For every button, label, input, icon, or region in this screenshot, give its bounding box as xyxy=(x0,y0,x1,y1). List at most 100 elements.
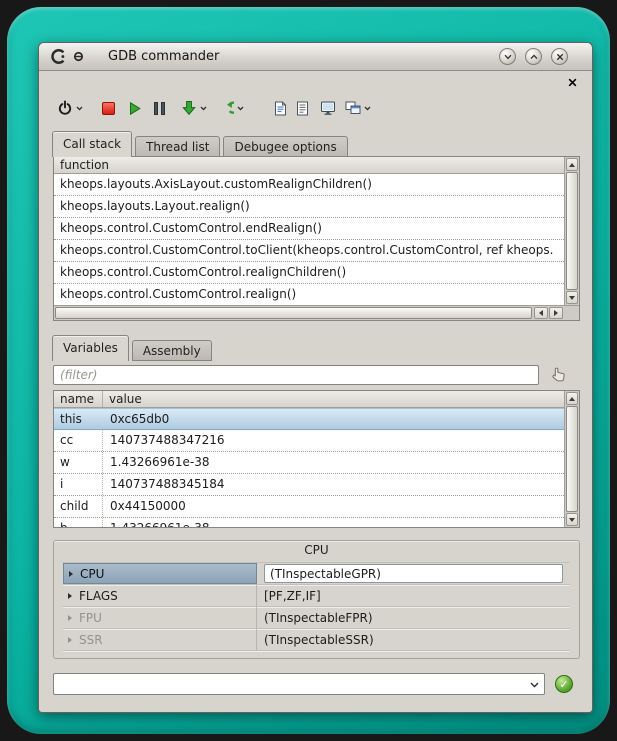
call-list-icon xyxy=(296,101,309,116)
cpu-groupbox: CPU CPU (TInspectableGPR) FLAGS [PF,ZF,I… xyxy=(53,540,580,659)
expander-icon[interactable] xyxy=(68,593,72,599)
show-list-button[interactable] xyxy=(296,96,309,120)
show-source-button[interactable] xyxy=(274,96,287,120)
column-name[interactable]: name xyxy=(54,391,103,407)
variable-value: 1.43266961e-38 xyxy=(103,518,564,527)
stop-button[interactable] xyxy=(102,96,115,120)
pause-button[interactable] xyxy=(154,96,165,120)
power-button[interactable] xyxy=(57,96,73,120)
send-command-button[interactable]: ✓ xyxy=(555,675,573,693)
power-dropdown[interactable] xyxy=(76,106,83,111)
scroll-down-button[interactable] xyxy=(566,513,578,526)
cpu-row[interactable]: SSR (TInspectableSSR) xyxy=(63,629,570,651)
callstack-row[interactable]: kheops.control.CustomControl.toClient(kh… xyxy=(54,240,564,262)
variables-vertical-scrollbar[interactable] xyxy=(564,391,579,527)
register-group-name: CPU xyxy=(80,567,104,581)
windows-icon xyxy=(345,101,361,115)
scrollbar-thumb[interactable] xyxy=(566,406,578,512)
cpu-row[interactable]: FPU (TInspectableFPR) xyxy=(63,607,570,629)
monitor-icon xyxy=(320,100,336,116)
show-monitor-button[interactable] xyxy=(320,96,336,120)
run-button[interactable] xyxy=(127,96,142,120)
teal-frame: GDB commander xyxy=(7,7,610,734)
scroll-left-button[interactable] xyxy=(534,307,548,319)
scroll-down-button[interactable] xyxy=(566,291,578,304)
run-icon xyxy=(127,101,142,116)
callstack-rows: kheops.layouts.AxisLayout.customRealignC… xyxy=(54,174,564,305)
step-into-button[interactable] xyxy=(181,96,197,120)
callstack-row[interactable]: kheops.control.CustomControl.endRealign(… xyxy=(54,218,564,240)
power-icon xyxy=(57,100,73,116)
variable-name: w xyxy=(54,452,103,473)
variables-header[interactable]: name value xyxy=(54,391,564,408)
register-group-name: FLAGS xyxy=(79,589,118,603)
close-button[interactable] xyxy=(551,48,568,65)
shade-button[interactable] xyxy=(499,48,516,65)
show-windows-button[interactable] xyxy=(345,96,361,120)
variable-row[interactable]: cc 140737488347216 xyxy=(54,430,564,452)
maximize-button[interactable] xyxy=(525,48,542,65)
gdb-command-combobox[interactable] xyxy=(53,673,545,695)
cpu-row[interactable]: FLAGS [PF,ZF,IF] xyxy=(63,585,570,607)
variable-value: 140737488347216 xyxy=(103,430,564,451)
callstack-row[interactable]: kheops.layouts.Layout.realign() xyxy=(54,196,564,218)
chevron-down-icon xyxy=(76,106,83,111)
scroll-up-button[interactable] xyxy=(566,392,578,405)
scroll-up-button[interactable] xyxy=(566,158,578,171)
callstack-row[interactable]: kheops.layouts.AxisLayout.customRealignC… xyxy=(54,174,564,196)
cpu-row[interactable]: CPU (TInspectableGPR) xyxy=(63,563,570,585)
scroll-right-button[interactable] xyxy=(549,307,563,319)
tab-call-stack[interactable]: Call stack xyxy=(52,131,132,157)
combo-dropdown-button[interactable] xyxy=(530,682,539,688)
chevron-down-icon xyxy=(237,106,244,111)
step-into-icon xyxy=(181,100,197,116)
callstack-header[interactable]: function xyxy=(54,157,564,174)
variable-name: child xyxy=(54,496,103,517)
windows-dropdown[interactable] xyxy=(364,106,371,111)
step-into-dropdown[interactable] xyxy=(200,106,207,111)
scrollbar-thumb[interactable] xyxy=(566,172,578,290)
tab-thread-list[interactable]: Thread list xyxy=(135,136,220,157)
scrollbar-thumb[interactable] xyxy=(55,307,532,319)
tab-variables[interactable]: Variables xyxy=(52,335,129,361)
callstack-row[interactable]: kheops.control.CustomControl.realignChil… xyxy=(54,262,564,284)
chevron-down-icon xyxy=(200,106,207,111)
tab-assembly[interactable]: Assembly xyxy=(132,340,212,361)
step-over-dropdown[interactable] xyxy=(237,106,244,111)
tab-debugee-options[interactable]: Debugee options xyxy=(223,136,347,157)
titlebar[interactable]: GDB commander xyxy=(39,43,592,71)
source-doc-icon xyxy=(274,101,287,116)
chevron-down-icon xyxy=(364,106,371,111)
coedit-e-icon xyxy=(73,51,84,62)
filter-input[interactable] xyxy=(53,365,539,385)
register-group-value: [PF,ZF,IF] xyxy=(264,589,321,603)
variables-table: name value this 0xc65db0 cc 140737488347… xyxy=(53,390,580,528)
variable-row[interactable]: b 1.43266961e-38 xyxy=(54,518,564,527)
variable-row[interactable]: this 0xc65db0 xyxy=(54,408,564,430)
callstack-list: function kheops.layouts.AxisLayout.custo… xyxy=(53,156,580,321)
callstack-row[interactable]: kheops.control.CustomControl.realign() xyxy=(54,284,564,305)
cpu-value-editor[interactable]: (TInspectableGPR) xyxy=(264,564,563,583)
variable-row[interactable]: i 140737488345184 xyxy=(54,474,564,496)
variable-row[interactable]: w 1.43266961e-38 xyxy=(54,452,564,474)
callstack-vertical-scrollbar[interactable] xyxy=(564,157,579,305)
expander-icon[interactable] xyxy=(68,615,72,621)
expander-icon[interactable] xyxy=(68,637,72,643)
pin-variable-button[interactable] xyxy=(546,363,570,386)
column-value[interactable]: value xyxy=(103,391,148,407)
gdb-command-input[interactable] xyxy=(54,674,544,694)
step-over-button[interactable] xyxy=(217,96,234,120)
variable-value: 1.43266961e-38 xyxy=(103,452,564,473)
cpu-group-title: CPU xyxy=(54,541,579,557)
variable-value: 140737488345184 xyxy=(103,474,564,495)
cpu-inspector-grid: CPU (TInspectableGPR) FLAGS [PF,ZF,IF] F… xyxy=(63,562,570,650)
dock-close-button[interactable] xyxy=(566,76,578,88)
expander-icon[interactable] xyxy=(69,571,73,577)
arrow-down-icon xyxy=(569,296,575,300)
column-function[interactable]: function xyxy=(54,157,115,173)
variable-name: this xyxy=(54,409,103,429)
register-group-name: FPU xyxy=(79,611,102,625)
variable-value: 0xc65db0 xyxy=(103,409,564,429)
variable-row[interactable]: child 0x44150000 xyxy=(54,496,564,518)
callstack-horizontal-scrollbar[interactable] xyxy=(54,305,579,320)
